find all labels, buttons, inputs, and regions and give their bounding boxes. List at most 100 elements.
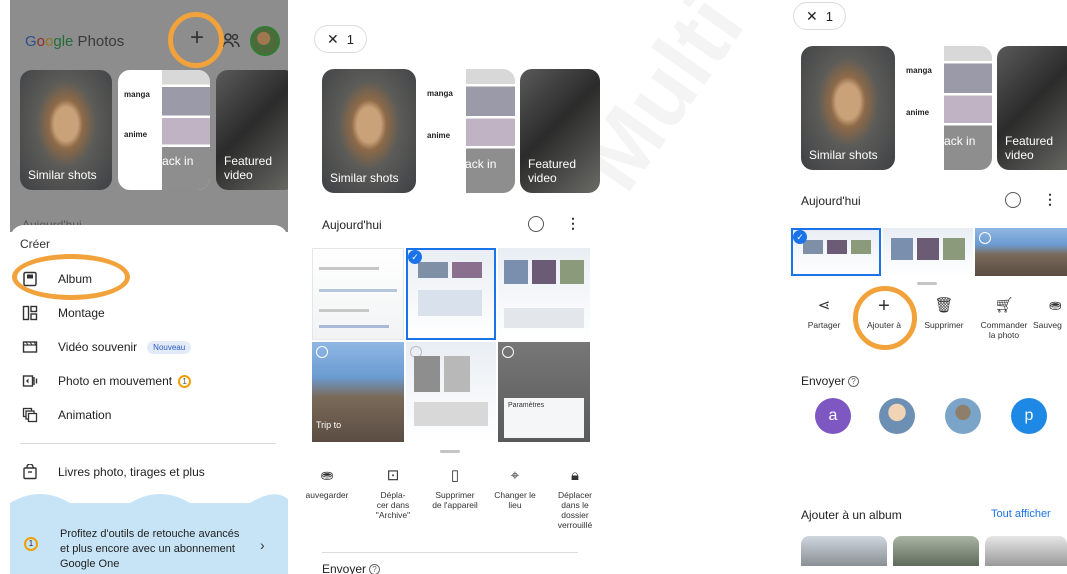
section-title: Aujourd'hui (801, 194, 861, 208)
manga-text: manga (124, 90, 150, 99)
menu-item-label: Vidéo souvenir (58, 340, 138, 354)
menu-item-animation[interactable]: Animation (22, 405, 111, 425)
photo-thumbnail[interactable] (883, 228, 973, 276)
action-label: Sauveg (1033, 320, 1062, 330)
trash-icon: 🗑︎ (934, 297, 954, 314)
highlight-circle (168, 12, 224, 68)
card-label: Look back in time (429, 157, 497, 185)
action-order-photo[interactable]: 🛒︎ Commander la photo (973, 296, 1035, 340)
contact-avatar[interactable] (945, 398, 981, 434)
contact-avatar[interactable] (879, 398, 915, 434)
selection-pill[interactable]: ✕ 1 (314, 25, 367, 53)
card-featured-video[interactable]: Featured video (997, 46, 1067, 170)
divider (20, 443, 276, 444)
send-heading: Envoyer? (322, 562, 381, 574)
collage-icon (22, 305, 38, 321)
action-label: Partager (807, 320, 841, 330)
photo-thumbnail[interactable] (406, 342, 496, 442)
photo-thumbnail[interactable]: Trip to (312, 342, 404, 442)
sheet-handle[interactable] (440, 450, 460, 453)
more-vert-icon[interactable]: ⋮ (566, 215, 580, 232)
action-change-location[interactable]: ⌖ Changer le lieu (484, 466, 546, 510)
action-label: Supprimer de l'appareil (432, 490, 478, 510)
action-backup[interactable]: ⛂ Sauveg (1033, 296, 1067, 330)
card-look-back[interactable]: manga anime Look back in time (900, 46, 992, 170)
promo-text: Profitez d'outils de retouche avancés et… (60, 528, 240, 570)
album-thumbnail[interactable] (893, 536, 979, 566)
settings-caption: Paramètres (508, 402, 545, 409)
anime-text: anime (427, 131, 451, 140)
divider (322, 552, 578, 553)
manga-text: manga (906, 66, 932, 75)
google-one-icon: 1 (24, 537, 38, 551)
account-avatar[interactable] (250, 26, 280, 56)
photo-thumbnail[interactable] (498, 248, 590, 340)
card-look-back[interactable]: manga anime Look back in time (118, 70, 210, 190)
animation-icon (22, 407, 38, 423)
menu-item-photo-en-mouvement[interactable]: Photo en mouvement 1 (22, 371, 192, 391)
album-thumbnail[interactable] (985, 536, 1067, 566)
selection-pill[interactable]: ✕ 1 (793, 2, 846, 30)
card-look-back[interactable]: manga anime Look back in time (421, 69, 515, 193)
select-all-radio[interactable] (1005, 192, 1021, 208)
photo-thumbnail[interactable] (312, 248, 404, 340)
album-thumbnail[interactable] (801, 536, 887, 566)
new-badge: Nouveau (147, 340, 192, 354)
help-icon[interactable]: ? (848, 376, 860, 388)
card-similar-shots[interactable]: Similar shots (322, 69, 416, 193)
add-to-album-heading: Ajouter à un album (801, 508, 902, 522)
lock-icon: 🔒︎ (571, 467, 579, 484)
card-label: Similar shots (28, 168, 97, 182)
contact-avatar[interactable]: a (815, 398, 851, 434)
menu-item-label: Photo en mouvement (58, 374, 173, 388)
card-featured-video[interactable]: Featured video (216, 70, 288, 190)
actions-bottom-sheet: ⋖ Partager + Ajouter à 🗑︎ Supprimer 🛒︎ C… (785, 276, 1067, 574)
google-one-icon: 1 (178, 374, 192, 388)
shopping-bag-icon (23, 464, 37, 480)
action-label: Commander la photo (980, 320, 1028, 340)
card-featured-video[interactable]: Featured video (520, 69, 600, 193)
action-label: Supprimer (924, 320, 964, 330)
contact-avatar[interactable]: p (1011, 398, 1047, 434)
archive-icon: ⊡ (386, 467, 400, 484)
close-icon[interactable]: ✕ (327, 31, 339, 48)
action-delete[interactable]: 🗑︎ Supprimer (913, 296, 975, 330)
people-icon[interactable] (222, 32, 240, 48)
highlight-circle (853, 286, 917, 350)
create-heading: Créer (20, 237, 51, 251)
action-label: Dépla- cer dans "Archive" (375, 490, 411, 520)
highlight-ellipse (12, 254, 130, 300)
location-icon: ⌖ (510, 467, 520, 484)
action-locked-folder[interactable]: 🔒︎ Déplacer dans le dossier verrouillé (544, 466, 600, 530)
share-icon: ⋖ (817, 297, 831, 314)
action-label: Déplacer dans le dossier verrouillé (557, 490, 593, 530)
card-label: Similar shots (809, 148, 878, 162)
action-backup[interactable]: ⛂ auvegarder (300, 466, 358, 500)
see-all-link[interactable]: Tout afficher (991, 508, 1051, 520)
checkmark-icon[interactable]: ✓ (793, 230, 807, 244)
movie-icon (22, 341, 38, 353)
close-icon[interactable]: ✕ (806, 8, 818, 25)
select-all-radio[interactable] (528, 216, 544, 232)
section-title: Aujourd'hui (322, 218, 382, 232)
photo-thumbnail[interactable] (975, 228, 1067, 276)
menu-item-montage[interactable]: Montage (22, 303, 105, 323)
more-vert-icon[interactable]: ⋮ (1043, 191, 1057, 208)
card-label: Similar shots (330, 171, 399, 185)
chevron-right-icon: › (260, 537, 265, 553)
app-title: Google Photos (25, 33, 125, 50)
action-share[interactable]: ⋖ Partager (793, 296, 855, 330)
action-delete-device[interactable]: ▯ Supprimer de l'appareil (424, 466, 486, 510)
sheet-handle[interactable] (917, 282, 937, 285)
checkmark-icon[interactable]: ✓ (408, 250, 422, 264)
card-similar-shots[interactable]: Similar shots (801, 46, 895, 170)
panel-selection-actions: ✕ 1 Similar shots manga anime Look back … (300, 0, 600, 574)
card-similar-shots[interactable]: Similar shots (20, 70, 112, 190)
anime-text: anime (906, 108, 930, 117)
action-archive[interactable]: ⊡ Dépla- cer dans "Archive" (362, 466, 424, 520)
photo-thumbnail[interactable]: Paramètres (498, 342, 590, 442)
menu-item-video-souvenir[interactable]: Vidéo souvenir Nouveau (22, 337, 192, 357)
menu-item-photo-books[interactable]: Livres photo, tirages et plus (22, 462, 205, 482)
help-icon[interactable]: ? (369, 564, 381, 574)
panel-create-menu: Google Photos + Similar shots manga anim… (0, 0, 288, 574)
